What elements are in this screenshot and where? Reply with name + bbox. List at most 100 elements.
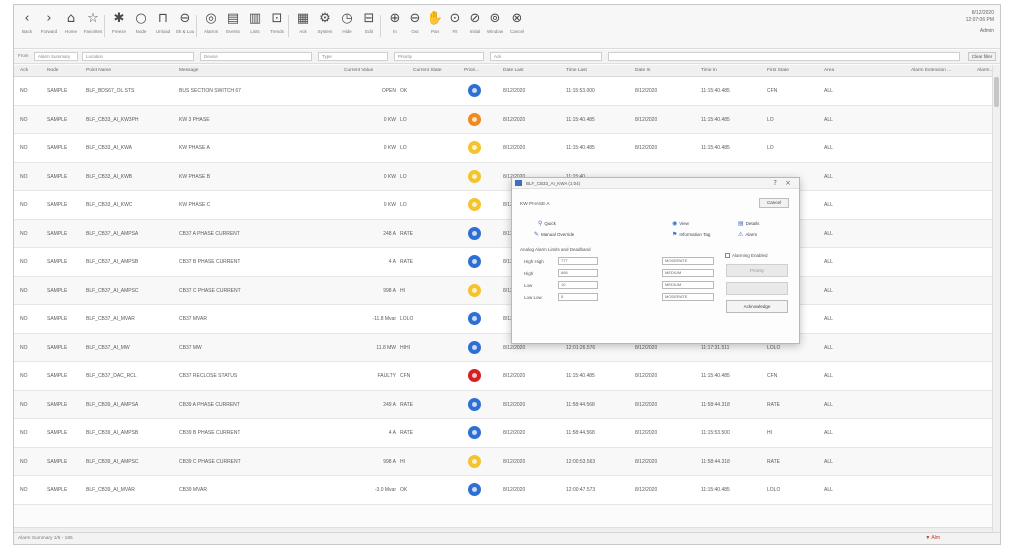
table-row[interactable]: NO SAMPLE BLF_CB39_AI_AMPSB CB39 B PHASE CU…: [14, 419, 992, 448]
shelve-button[interactable]: ⊖ Sh & Lou: [174, 9, 196, 45]
cell-area: ALL: [824, 230, 833, 237]
location-filter[interactable]: Location: [82, 52, 194, 61]
home-button[interactable]: ⌂ Home: [60, 9, 82, 45]
table-row[interactable]: NO SAMPLE BLF_CB33_AI_KW3PH KW 3 PHASE 0 KW L…: [14, 105, 992, 134]
freeze-icon: ✱: [113, 11, 125, 26]
events-button[interactable]: ▤ Events: [222, 9, 244, 45]
acknowledge-button[interactable]: Acknowledge: [726, 300, 788, 313]
details-button[interactable]: ▤ Details: [738, 220, 759, 227]
high-high-input[interactable]: 777: [558, 257, 598, 265]
priority-button[interactable]: Priority: [726, 264, 788, 277]
information-tag-button[interactable]: ⚑ Information Tag: [672, 231, 710, 238]
low-input[interactable]: 10: [558, 281, 598, 289]
forward-button[interactable]: › Forward: [38, 9, 60, 45]
manual-override-button[interactable]: ✎ Manual Override: [534, 231, 574, 238]
scroll-thumb[interactable]: [994, 77, 999, 107]
alarm-button[interactable]: ⚠ Alarm: [738, 231, 757, 238]
vertical-scrollbar[interactable]: [992, 65, 1000, 532]
ack-button[interactable]: ▦ Ack: [292, 9, 314, 45]
column-header[interactable]: Node: [47, 68, 58, 73]
low-low-input[interactable]: 5: [558, 293, 598, 301]
zoom-in-button[interactable]: ⊕ In: [384, 9, 406, 45]
close-icon[interactable]: ×: [785, 179, 791, 187]
alarm-indicator[interactable]: ▼ Alm: [925, 535, 940, 541]
column-header[interactable]: Area: [824, 68, 834, 73]
low-low-deadband[interactable]: MODERATE: [662, 293, 714, 301]
node-button[interactable]: ○ Node: [130, 9, 152, 45]
column-header[interactable]: Ack: [20, 68, 28, 73]
table-row[interactable]: NOSAMPLEBLF_CB33_AI_KWBKW PHASE B0 KWLO8…: [14, 162, 992, 191]
table-row[interactable]: NO SAMPLE BLF_CB39_AI_AMPSC CB39 C PHASE CU…: [14, 447, 992, 476]
window-button[interactable]: ⊚ Window: [484, 9, 506, 45]
search-filter[interactable]: [608, 52, 960, 61]
cell-point: BLF_CB39_AI_AMPSB: [86, 430, 139, 436]
table-row[interactable]: NO SAMPLE BLF_CB39_AI_MVAR CB39 MVAR -3.0 Mv…: [14, 476, 992, 505]
table-row[interactable]: NO SAMPLE BLF_CB37_AI_AMPSB CB37 B PHASE CU…: [14, 248, 992, 277]
alarms-button[interactable]: ◎ Alarms: [200, 9, 222, 45]
ack-icon: ▦: [296, 11, 310, 26]
table-row[interactable]: NO SAMPLE BLF_CB37_AI_MW CB37 MW 11.8 MW HIHI…: [14, 333, 992, 362]
table-row[interactable]: NO SAMPLE BLF_CB37_AI_MVAR CB37 MVAR -11.8 M…: [14, 305, 992, 334]
column-header[interactable]: Priori...: [464, 68, 479, 73]
cell-message: CB39 A PHASE CURRENT: [179, 401, 240, 408]
table-row[interactable]: NO SAMPLE BLF_BDS67_OL.STS BUS SECTION SWIT…: [14, 77, 992, 106]
quick-button[interactable]: ⚲ Quick: [538, 220, 556, 227]
column-header[interactable]: Point Name: [86, 68, 111, 73]
initial-button[interactable]: ⊘ Initial: [464, 9, 486, 45]
table-row[interactable]: NOSAMPLEBLF_CB33_AI_KWCKW PHASE C0 KWLO8…: [14, 191, 992, 220]
table-row[interactable]: NO SAMPLE BLF_CB39_AI_AMPSA CB39 A PHASE CU…: [14, 390, 992, 419]
help-icon[interactable]: ?: [773, 179, 777, 187]
device-filter[interactable]: Device: [200, 52, 312, 61]
column-header[interactable]: Current State: [413, 68, 442, 73]
low-deadband[interactable]: MEDIUM: [662, 281, 714, 289]
dialog-cancel-button[interactable]: Cancel: [759, 198, 789, 208]
priority-filter[interactable]: Priority: [394, 52, 484, 61]
type-filter[interactable]: Type: [318, 52, 388, 61]
system-button[interactable]: ⚙ System: [314, 9, 336, 45]
column-header[interactable]: Alarm Extension ...: [911, 68, 951, 73]
blank-button[interactable]: [726, 282, 788, 295]
cell-time-last: 11:15:53.000: [566, 88, 595, 94]
back-button[interactable]: ‹ Back: [16, 9, 38, 45]
column-header[interactable]: First State: [767, 68, 789, 73]
view-button[interactable]: ◉ View: [672, 220, 689, 227]
from-select[interactable]: Alarm Summary: [34, 52, 78, 61]
pan-icon: ✋: [426, 11, 444, 26]
checkbox-box[interactable]: [725, 253, 730, 259]
edit-button[interactable]: ⊟ Edit: [358, 9, 380, 45]
zoom-out-button[interactable]: ⊖ Out: [404, 9, 426, 45]
favorites-button[interactable]: ☆ Favorites: [82, 9, 104, 45]
clear-filter-button[interactable]: Clear filter: [968, 52, 996, 61]
lists-button[interactable]: ▥ Lists: [244, 9, 266, 45]
table-row[interactable]: NO SAMPLE BLF_CB37_AI_AMPSC CB37 C PHASE CU…: [14, 276, 992, 305]
column-header[interactable]: Date Last: [503, 68, 524, 73]
ack-filter[interactable]: Ack: [490, 52, 602, 61]
high-high-deadband[interactable]: MODERATE: [662, 257, 714, 265]
hide-button[interactable]: ◷ Hide: [336, 9, 358, 45]
column-header[interactable]: Message: [179, 68, 198, 73]
app-icon: [515, 180, 522, 186]
cancel-button[interactable]: ⊗ Cancel: [506, 9, 528, 45]
cell-ack: NO: [20, 373, 28, 379]
column-header[interactable]: Current Value: [344, 68, 373, 73]
table-row[interactable]: NO SAMPLE BLF_CB33_AI_KWA KW PHASE A 0 KW LO 8…: [14, 134, 992, 163]
high-deadband[interactable]: MEDIUM: [662, 269, 714, 277]
cell-time-last: 12:00:53.563: [566, 458, 596, 465]
column-header[interactable]: Time Last: [566, 68, 587, 73]
cell-time-last: 11:15:40.485: [566, 145, 595, 151]
unload-button[interactable]: ⊓ Unload: [152, 9, 174, 45]
table-row[interactable]: NO SAMPLE BLF_CB37_AI_AMPSA CB37 A PHASE CU…: [14, 219, 992, 248]
table-row[interactable]: NO SAMPLE BLF_CB37_DAC_RCL CB37 RECLOSE STA…: [14, 362, 992, 391]
fit-button[interactable]: ⊙ Fit: [444, 9, 466, 45]
column-header[interactable]: Time In: [701, 68, 717, 73]
pan-button[interactable]: ✋ Pan: [424, 9, 446, 45]
cell-node: SAMPLE: [47, 230, 68, 237]
cell-area: ALL: [824, 344, 833, 351]
column-header[interactable]: Date In: [635, 68, 650, 73]
alarming-enabled-checkbox[interactable]: Alarming Enabled: [725, 253, 768, 259]
high-input[interactable]: 666: [558, 269, 598, 277]
cell-point: BLF_CB37_AI_AMPSB: [86, 259, 139, 265]
trends-button[interactable]: ⊡ Trends: [266, 9, 288, 45]
freeze-button[interactable]: ✱ Freeze: [108, 9, 130, 45]
alarms-label: Alarms: [203, 29, 218, 34]
